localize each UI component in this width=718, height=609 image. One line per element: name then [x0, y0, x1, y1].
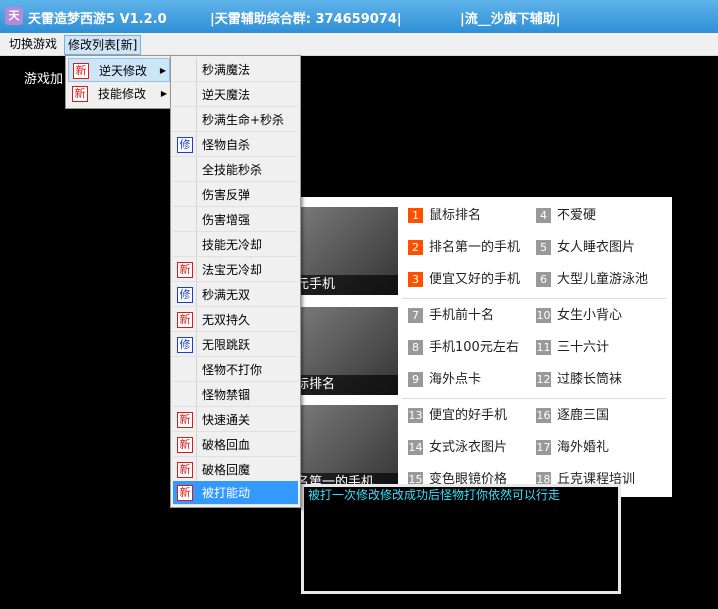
ad-image-caption: 标排名	[296, 375, 398, 395]
menu-item[interactable]: 秒满魔法	[173, 58, 298, 82]
app-icon: 天	[5, 7, 23, 25]
menu-item[interactable]: 全技能秒杀	[173, 158, 298, 182]
fix-badge-icon: 修	[177, 287, 193, 303]
rank-link[interactable]: 1 鼠标排名	[408, 206, 481, 226]
menu-item[interactable]: 伤害反弹	[173, 183, 298, 207]
menu-switch-game[interactable]: 切换游戏	[6, 35, 60, 53]
rank-link[interactable]: 14 女式泳衣图片	[408, 438, 507, 458]
group-info: |天雷辅助综合群: 374659074|	[210, 12, 402, 27]
fix-badge-icon: 修	[177, 137, 193, 153]
ad-image-phone[interactable]: 元手机	[296, 207, 398, 295]
menu-item-nitian[interactable]: 新 逆天修改 ▶	[68, 58, 170, 82]
menu-item[interactable]: 新快速通关	[173, 408, 298, 432]
rank-link[interactable]: 5 女人睡衣图片	[536, 238, 635, 258]
title-bar: 天 天雷造梦西游5 V1.2.0 |天雷辅助综合群: 374659074| |流…	[0, 0, 718, 33]
new-badge-icon: 新	[177, 462, 193, 478]
rank-link[interactable]: 10 女生小背心	[536, 306, 622, 326]
fix-badge-icon: 修	[177, 337, 193, 353]
new-badge-icon: 新	[177, 485, 193, 501]
ad-divider	[402, 398, 666, 399]
menu-item-skill[interactable]: 新 技能修改 ▶	[68, 82, 170, 106]
submenu-arrow-icon: ▶	[159, 66, 166, 75]
menu-item[interactable]: 修无限跳跃	[173, 333, 298, 357]
ad-image-caption: 元手机	[296, 275, 398, 295]
new-badge-icon: 新	[73, 63, 89, 79]
new-badge-icon: 新	[72, 86, 88, 102]
ad-divider	[402, 298, 666, 299]
menu-item[interactable]: 新破格回魔	[173, 458, 298, 482]
menu-item-label: 逆天修改	[99, 64, 148, 78]
menu-item[interactable]: 逆天魔法	[173, 83, 298, 107]
tooltip-message: 被打一次修改修改成功后怪物打你依然可以行走	[308, 488, 561, 502]
app-title: 天雷造梦西游5 V1.2.0	[28, 12, 167, 27]
rank-link[interactable]: 12 过膝长筒袜	[536, 370, 622, 390]
menu-item[interactable]: 怪物不打你	[173, 358, 298, 382]
rank-link[interactable]: 3 便宜又好的手机	[408, 270, 520, 290]
menu-item[interactable]: 修秒满无双	[173, 283, 298, 307]
rank-link[interactable]: 9 海外点卡	[408, 370, 481, 390]
menu-bar: 切换游戏 修改列表[新]	[0, 33, 718, 56]
author-info: |流__沙旗下辅助|	[460, 12, 561, 27]
menu-item[interactable]: 新破格回血	[173, 433, 298, 457]
tooltip-box: 被打一次修改修改成功后怪物打你依然可以行走	[301, 484, 621, 594]
menu-item[interactable]: 新法宝无冷却	[173, 258, 298, 282]
menu-mod-list[interactable]: 修改列表[新]	[64, 35, 142, 55]
menu-item[interactable]: 伤害增强	[173, 208, 298, 232]
new-badge-icon: 新	[177, 412, 193, 428]
game-area-text: 游戏加	[24, 72, 64, 87]
submenu-mod-list: 新 逆天修改 ▶ 新 技能修改 ▶	[65, 55, 173, 109]
rank-link[interactable]: 4 不爱硬	[536, 206, 596, 226]
new-badge-icon: 新	[177, 312, 193, 328]
ad-image-phone-2[interactable]: 名第一的手机	[296, 405, 398, 493]
menu-item[interactable]: 怪物禁锢	[173, 383, 298, 407]
new-badge-icon: 新	[177, 262, 193, 278]
rank-link[interactable]: 6 大型儿童游泳池	[536, 270, 648, 290]
rank-link[interactable]: 17 海外婚礼	[536, 438, 609, 458]
ad-image-mouse[interactable]: 标排名	[296, 307, 398, 395]
rank-link[interactable]: 11 三十六计	[536, 338, 609, 358]
menu-item-label: 技能修改	[98, 87, 147, 101]
new-badge-icon: 新	[177, 437, 193, 453]
rank-link[interactable]: 16 逐鹿三国	[536, 406, 609, 426]
rank-link[interactable]: 2 排名第一的手机	[408, 238, 520, 258]
rank-link[interactable]: 8 手机100元左右	[408, 338, 519, 358]
rank-link[interactable]: 7 手机前十名	[408, 306, 494, 326]
menu-item[interactable]: 秒满生命+秒杀	[173, 108, 298, 132]
menu-item[interactable]: 技能无冷却	[173, 233, 298, 257]
submenu-nitian: 秒满魔法 逆天魔法 秒满生命+秒杀 修怪物自杀 全技能秒杀 伤害反弹 伤害增强 …	[170, 55, 301, 508]
submenu-arrow-icon: ▶	[160, 89, 167, 98]
ad-panel: 元手机 标排名 名第一的手机 1 鼠标排名 2 排名第一的手机 3 便宜又好的手机 4…	[296, 197, 672, 497]
menu-item-selected[interactable]: 新被打能动	[173, 481, 298, 505]
menu-item[interactable]: 新无双持久	[173, 308, 298, 332]
menu-item[interactable]: 修怪物自杀	[173, 133, 298, 157]
rank-link[interactable]: 13 便宜的好手机	[408, 406, 507, 426]
